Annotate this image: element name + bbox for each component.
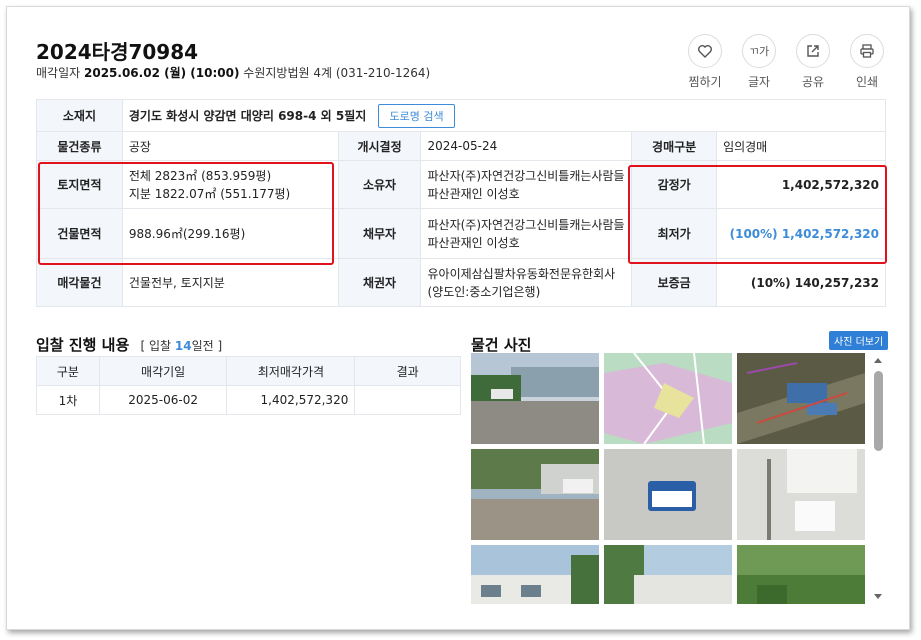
debtor-value: 파산자(주)자연건강그신비틀캐는사람들 파산관재인 이성호 — [420, 208, 633, 259]
scrollbar-thumb[interactable] — [874, 371, 883, 451]
photo-thumbnail[interactable] — [604, 353, 732, 444]
deposit-value: (10%) 140,257,232 — [716, 258, 886, 307]
owner-value: 파산자(주)자연건강그신비틀캐는사람들 파산관재인 이성호 — [420, 160, 633, 209]
font-size-button[interactable]: ㄲ가 글자 — [740, 34, 778, 90]
favorite-label: 찜하기 — [688, 75, 722, 89]
bid-col-round: 구분 — [36, 356, 100, 386]
action-toolbar: 찜하기 ㄲ가 글자 공유 인쇄 — [686, 34, 886, 90]
photo-thumbnail[interactable] — [604, 449, 732, 540]
creditor-value: 유아이제삼십팔차유동화전문유한회사(양도인:중소기업은행) — [420, 258, 633, 307]
bid-days-count: 14 — [174, 339, 192, 353]
font-size-label: 글자 — [747, 75, 771, 89]
start-decision-header: 개시결정 — [337, 131, 422, 161]
court-info: 수원지방법원 4계 (031-210-1264) — [243, 66, 431, 80]
text-size-icon: ㄲ가 — [742, 34, 776, 68]
scroll-up-icon[interactable] — [874, 358, 882, 363]
scroll-down-icon[interactable] — [874, 594, 882, 599]
start-decision-value: 2024-05-24 — [420, 131, 633, 161]
print-icon — [850, 34, 884, 68]
location-cell: 경기도 화성시 양감면 대양리 698-4 외 5필지 도로명 검색 — [121, 99, 887, 132]
photo-scrollbar[interactable] — [873, 353, 884, 604]
table-row: 1차 2025-06-02 1,402,572,320 — [36, 385, 461, 415]
bid-date: 2025-06-02 — [98, 385, 228, 415]
bid-result — [354, 385, 461, 415]
photo-thumbnail[interactable] — [737, 449, 865, 540]
photo-thumbnail[interactable] — [604, 545, 732, 604]
sale-items-header: 매각물건 — [36, 258, 123, 307]
property-type-header: 물건종류 — [36, 131, 123, 161]
auction-type-value: 임의경매 — [716, 131, 886, 161]
property-type-value: 공장 — [121, 131, 339, 161]
photo-thumbnail[interactable] — [471, 545, 599, 604]
print-label: 인쇄 — [855, 75, 879, 89]
location-value: 경기도 화성시 양감면 대양리 698-4 외 5필지 — [128, 108, 367, 123]
bid-note-prefix: [ 입찰 — [140, 339, 172, 353]
share-icon — [796, 34, 830, 68]
bid-note-suffix: 일전 ] — [191, 339, 223, 353]
sale-date-value: 2025.06.02 (월) (10:00) — [84, 66, 240, 80]
heart-icon — [688, 34, 722, 68]
photo-gallery — [471, 353, 871, 604]
price-highlight-box — [628, 165, 887, 264]
sale-date-line: 매각일자 2025.06.02 (월) (10:00) 수원지방법원 4계 (0… — [36, 64, 430, 81]
share-button[interactable]: 공유 — [794, 34, 832, 90]
bid-round: 1차 — [36, 385, 100, 415]
bid-col-date: 매각기일 — [98, 356, 228, 386]
case-number-title: 2024타경70984 — [36, 40, 199, 64]
more-photos-button[interactable]: 사진 더보기 — [829, 331, 889, 350]
area-highlight-box — [38, 162, 334, 265]
creditor-header: 채권자 — [337, 258, 422, 307]
photo-thumbnail[interactable] — [471, 449, 599, 540]
share-label: 공유 — [801, 75, 825, 89]
photos-title: 물건 사진 — [471, 336, 532, 354]
location-header: 소재지 — [36, 99, 123, 132]
photo-thumbnail[interactable] — [737, 353, 865, 444]
bid-col-result: 결과 — [354, 356, 461, 386]
bid-progress-heading: 입찰 진행 내용 — [36, 336, 130, 354]
sale-items-value: 건물전부, 토지지분 — [121, 258, 339, 307]
owner-header: 소유자 — [337, 160, 422, 209]
deposit-header: 보증금 — [631, 258, 718, 307]
auction-type-header: 경매구분 — [631, 131, 718, 161]
sale-date-label: 매각일자 — [36, 66, 81, 80]
road-name-search-button[interactable]: 도로명 검색 — [378, 103, 455, 128]
bid-days-note: [ 입찰 14일전 ] — [140, 339, 222, 353]
photo-thumbnail[interactable] — [471, 353, 599, 444]
bid-col-min-price: 최저매각가격 — [226, 356, 356, 386]
bid-price: 1,402,572,320 — [226, 385, 356, 415]
favorite-button[interactable]: 찜하기 — [686, 34, 724, 90]
bid-progress-title: 입찰 진행 내용 [ 입찰 14일전 ] — [36, 334, 222, 355]
debtor-header: 채무자 — [337, 208, 422, 259]
bid-table: 구분 매각기일 최저매각가격 결과 1차 2025-06-02 1,402,57… — [36, 356, 461, 415]
print-button[interactable]: 인쇄 — [848, 34, 886, 90]
photo-thumbnail[interactable] — [737, 545, 865, 604]
